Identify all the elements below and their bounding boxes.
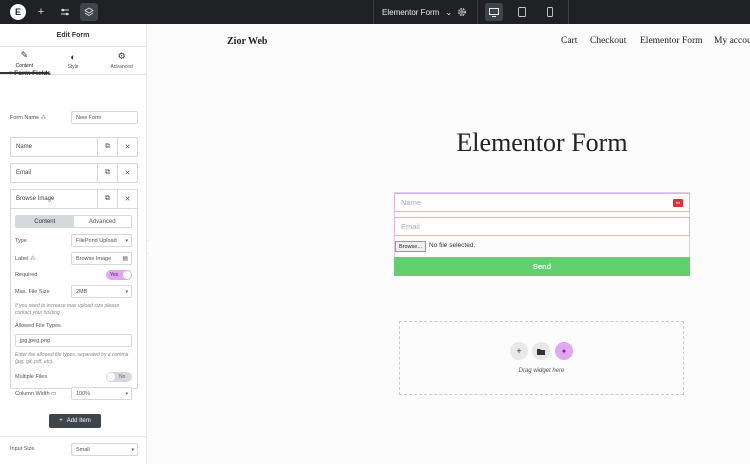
subtab-advanced[interactable]: Advanced — [74, 216, 132, 227]
email-field[interactable]: Email — [394, 217, 690, 236]
name-placeholder: Name — [401, 198, 422, 207]
caret-down-icon: ▾ — [131, 446, 134, 453]
form-name-input[interactable]: New Form — [71, 111, 138, 124]
tab-style-label: Style — [67, 63, 79, 70]
multiple-files-toggle[interactable]: No — [106, 372, 132, 382]
close-icon[interactable]: ✕ — [117, 190, 137, 208]
copy-icon[interactable]: ⧉ — [97, 138, 117, 156]
max-file-size-select[interactable]: 2MB ▾ — [71, 285, 132, 298]
add-section-button[interactable]: + — [510, 342, 528, 360]
repeater-item-browse-image[interactable]: Browse Image ⧉ ✕ — [10, 189, 138, 209]
section-toggle-form-fields[interactable]: ▾ Form Fields — [9, 69, 51, 77]
plus-icon[interactable]: + — [32, 3, 50, 21]
required-label: Required — [15, 272, 38, 278]
label-label: Label ⁂ — [15, 256, 36, 262]
nav-link-elementor-form[interactable]: Elementor Form — [640, 36, 703, 46]
nav-link-checkout[interactable]: Checkout — [590, 36, 626, 46]
elementor-logo-icon[interactable]: E — [10, 4, 26, 20]
caret-down-icon: ▾ — [125, 237, 128, 244]
allowed-types-input[interactable]: jpg,jpeg,png — [15, 334, 132, 347]
desktop-icon[interactable] — [485, 3, 503, 21]
label-input[interactable]: Browse Image ▤ — [71, 252, 132, 265]
copy-icon[interactable]: ⧉ — [97, 164, 117, 182]
chevron-down-icon: ⌄ — [445, 7, 453, 17]
subtab-content[interactable]: Content — [16, 216, 74, 227]
nav-link-cart[interactable]: Cart — [561, 36, 577, 46]
toolbar-divider — [568, 0, 569, 24]
max-file-size-label: Max. File Size — [15, 289, 50, 295]
file-status-text: No file selected. — [429, 242, 476, 249]
autofill-icon: ▪▪▪ — [673, 198, 683, 207]
toggle-knob — [123, 271, 131, 279]
browse-button[interactable]: Browse... — [395, 241, 426, 252]
ai-sparkle-icon[interactable]: ⁂ — [30, 256, 36, 262]
pencil-icon: ✎ — [20, 50, 29, 60]
type-select[interactable]: FilePond Upload ▾ — [71, 234, 132, 247]
column-width-select[interactable]: 100% ▾ — [71, 387, 132, 400]
contrast-icon: ◐ — [70, 51, 76, 62]
tablet-icon[interactable] — [513, 3, 531, 21]
nav-link-my-account[interactable]: My account — [714, 36, 750, 46]
layers-icon[interactable] — [80, 3, 98, 21]
input-size-select[interactable]: Small ▾ — [71, 443, 138, 456]
multiple-files-label: Multiple Files — [15, 374, 48, 380]
section-title: Form Fields — [14, 70, 51, 77]
toolbar-divider — [477, 0, 478, 24]
document-title-dropdown[interactable]: Elementor Form ⌄ — [382, 0, 452, 24]
top-bar: E + — [0, 0, 750, 24]
column-width-label: Column Width ▭ — [15, 391, 57, 397]
toggle-state-label: Yes — [110, 272, 119, 278]
ai-sparkle-icon[interactable]: ✦ — [555, 342, 573, 360]
repeater-item-label: Email — [16, 170, 32, 176]
plus-icon: + — [59, 418, 63, 424]
toolbar-divider — [373, 0, 374, 24]
allowed-types-help: Enter the allowed file types, separated … — [15, 352, 129, 365]
gear-icon[interactable] — [455, 4, 469, 20]
type-label: Type — [15, 238, 27, 244]
add-template-button[interactable] — [532, 342, 550, 360]
form-name-label: Form Name ⁂ — [10, 115, 47, 121]
field-subtabs: Content Advanced — [15, 215, 132, 228]
repeater-item-name[interactable]: Name ⧉ ✕ — [10, 137, 138, 157]
mobile-icon[interactable] — [541, 3, 559, 21]
panel-title: Edit Form — [0, 24, 146, 47]
tab-advanced[interactable]: ⚙ Advanced — [97, 47, 146, 74]
page-title: Elementor Form — [456, 128, 628, 157]
gear-icon: ⚙ — [117, 51, 126, 61]
name-field[interactable]: Name ▪▪▪ — [394, 193, 690, 212]
toggle-state-label: No — [119, 374, 126, 380]
document-title: Elementor Form — [382, 7, 440, 17]
email-placeholder: Email — [401, 222, 420, 231]
repeater-item-email[interactable]: Email ⧉ ✕ — [10, 163, 138, 183]
site-title[interactable]: Zior Web — [227, 36, 267, 47]
max-file-size-help: If you need to increase max upload size … — [15, 303, 120, 316]
list-icon[interactable]: ▤ — [122, 255, 128, 262]
caret-down-icon: ▾ — [125, 390, 128, 397]
required-toggle[interactable]: Yes — [106, 270, 132, 280]
divider — [0, 436, 147, 437]
caret-down-icon: ▾ — [125, 288, 128, 295]
sliders-icon[interactable] — [56, 3, 74, 21]
allowed-types-label: Allowed File Types — [15, 323, 61, 329]
input-size-label: Input Size — [10, 446, 35, 452]
tab-style[interactable]: ◐ Style — [49, 47, 98, 74]
repeater-item-label: Browse Image — [16, 196, 55, 202]
repeater-item-label: Name — [16, 144, 33, 150]
desktop-icon[interactable]: ▭ — [51, 391, 56, 397]
tab-advanced-label: Advanced — [110, 64, 133, 70]
close-icon[interactable]: ✕ — [117, 138, 137, 156]
close-icon[interactable]: ✕ — [117, 164, 137, 182]
toggle-knob — [107, 373, 115, 381]
send-button[interactable]: Send — [394, 257, 690, 276]
copy-icon[interactable]: ⧉ — [97, 190, 117, 208]
drag-widget-hint: Drag widget here — [518, 368, 565, 374]
ai-sparkle-icon[interactable]: ⁂ — [41, 115, 47, 121]
add-item-button[interactable]: + Add Item — [49, 414, 101, 428]
